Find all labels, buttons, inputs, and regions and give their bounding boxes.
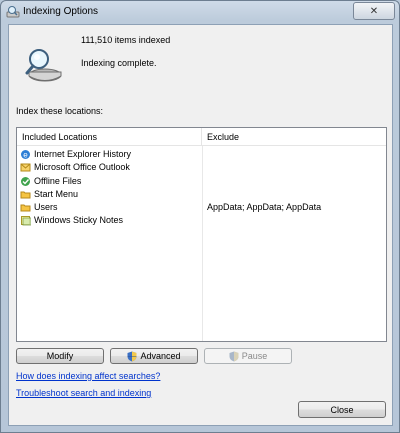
indexing-options-window: Indexing Options ✕ 111,510 items indexed… (0, 0, 400, 433)
folder-icon (20, 204, 31, 212)
location-name: Start Menu (34, 188, 79, 199)
location-name: Internet Explorer History (34, 149, 132, 159)
indexing-status: Indexing complete. (81, 58, 157, 68)
how-indexing-affects-searches-link[interactable]: How does indexing affect searches? (16, 371, 160, 381)
dialog-body: 111,510 items indexed Indexing complete.… (8, 24, 393, 426)
locations-label: Index these locations: (16, 106, 104, 116)
included-locations-header[interactable]: Included Locations (17, 128, 202, 146)
svg-text:e: e (23, 150, 28, 159)
location-row-microsoft-office-outlook[interactable]: Microsoft Office Outlook (19, 161, 384, 174)
location-row-internet-explorer-history[interactable]: e Internet Explorer History (19, 148, 384, 161)
location-name: Users (34, 202, 58, 213)
location-row-windows-sticky-notes[interactable]: Windows Sticky Notes (19, 214, 384, 227)
advanced-button-label: Advanced (140, 351, 181, 361)
location-row-users[interactable]: Users AppData; AppData; AppData (19, 201, 384, 214)
shield-icon (229, 351, 239, 361)
close-button[interactable]: Close (298, 401, 386, 418)
indexing-app-icon (6, 6, 20, 18)
modify-button-label: Modify (46, 351, 74, 361)
location-name: Windows Sticky Notes (34, 215, 124, 226)
offline-files-icon (21, 176, 30, 186)
internet-explorer-icon: e (21, 150, 30, 159)
outlook-icon (20, 163, 31, 172)
pause-button-label: Pause (241, 351, 268, 361)
window-title: Indexing Options (23, 6, 99, 17)
advanced-button[interactable]: Advanced (110, 348, 198, 364)
location-row-offline-files[interactable]: Offline Files (19, 175, 384, 188)
exclude-header[interactable]: Exclude (202, 128, 386, 146)
locations-list[interactable]: Included Locations Exclude e Internet Ex… (16, 127, 387, 342)
indexing-status-icon (25, 49, 62, 82)
location-exclude: AppData; AppData; AppData (207, 202, 322, 213)
window-close-button[interactable]: ✕ (353, 2, 395, 20)
troubleshoot-search-link[interactable]: Troubleshoot search and indexing (16, 388, 151, 398)
sticky-notes-icon (21, 216, 31, 226)
title-bar: Indexing Options ✕ (1, 1, 399, 23)
items-indexed-count: 111,510 items indexed (81, 35, 171, 45)
folder-icon (20, 191, 31, 199)
close-icon: ✕ (369, 5, 379, 17)
pause-button[interactable]: Pause (204, 348, 292, 364)
modify-button[interactable]: Modify (16, 348, 104, 364)
location-row-start-menu[interactable]: Start Menu (19, 188, 384, 201)
location-name: Microsoft Office Outlook (34, 162, 130, 173)
shield-icon (127, 351, 137, 361)
location-name: Offline Files (34, 175, 82, 186)
close-button-label: Close (330, 404, 354, 415)
